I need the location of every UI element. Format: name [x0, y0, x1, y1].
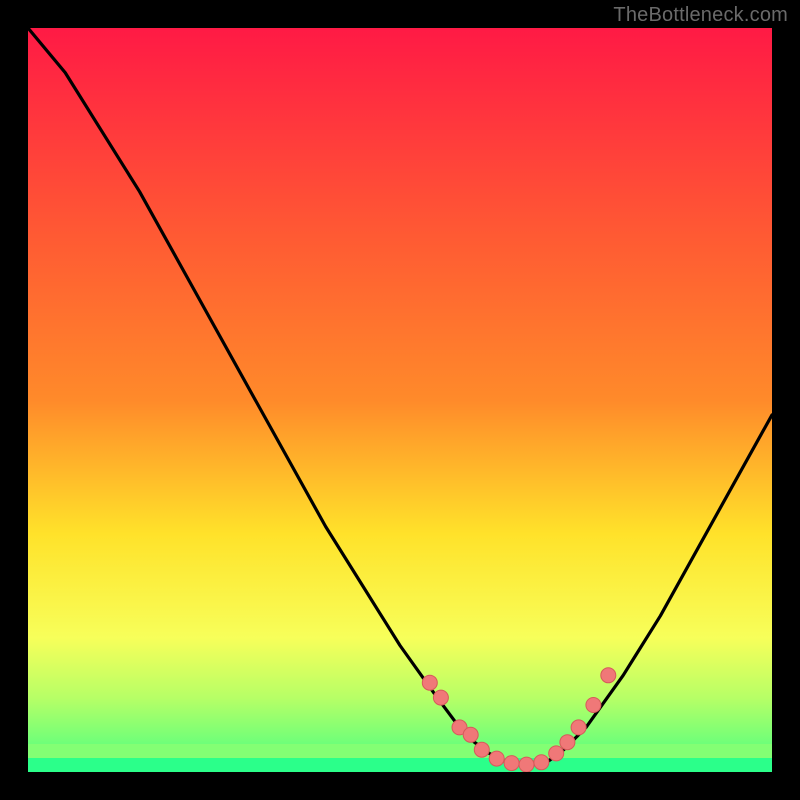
- data-marker: [489, 751, 504, 766]
- plot-area: [28, 28, 772, 772]
- data-marker: [463, 727, 478, 742]
- data-marker: [504, 756, 519, 771]
- data-marker: [571, 720, 586, 735]
- data-marker: [549, 746, 564, 761]
- chart-frame: TheBottleneck.com: [0, 0, 800, 800]
- data-marker: [474, 742, 489, 757]
- watermark-text: TheBottleneck.com: [613, 4, 788, 27]
- chart-svg: [28, 28, 772, 772]
- data-marker: [586, 698, 601, 713]
- data-marker: [519, 757, 534, 772]
- data-marker: [433, 690, 448, 705]
- data-marker: [534, 755, 549, 770]
- data-marker: [422, 675, 437, 690]
- data-marker: [601, 668, 616, 683]
- data-marker: [560, 735, 575, 750]
